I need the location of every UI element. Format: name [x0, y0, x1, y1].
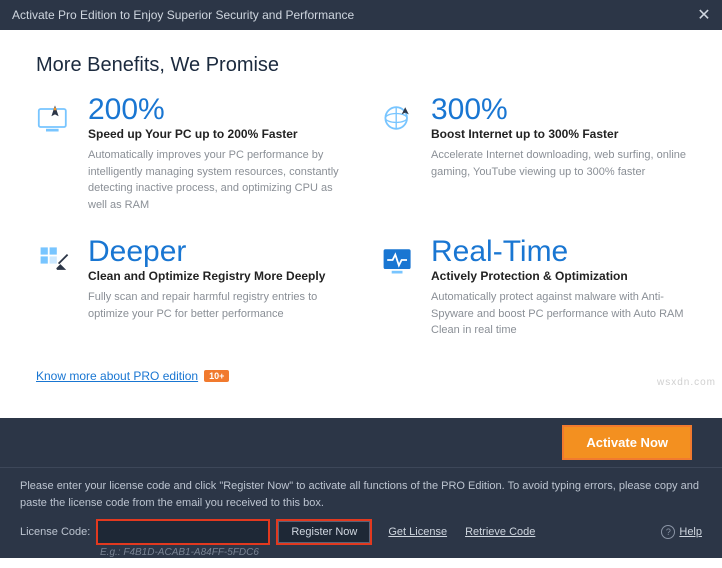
description: Accelerate Internet downloading, web sur… [431, 147, 686, 180]
subtitle: Actively Protection & Optimization [431, 269, 686, 283]
register-now-button[interactable]: Register Now [278, 521, 370, 543]
benefits-grid: 200% Speed up Your PC up to 200% Faster … [36, 99, 686, 339]
license-example: E.g.: F4B1D-ACAB1-A84FF-5FDC6 [20, 547, 702, 558]
description: Automatically protect against malware wi… [431, 289, 686, 339]
subtitle: Speed up Your PC up to 200% Faster [88, 127, 343, 141]
subtitle: Clean and Optimize Registry More Deeply [88, 269, 343, 283]
know-more-row: Know more about PRO edition 10+ [36, 369, 686, 383]
activate-row: Activate Now [0, 418, 722, 468]
instruction-text: Please enter your license code and click… [20, 478, 702, 511]
metric: 200% [88, 93, 343, 127]
help-area[interactable]: ? Help [661, 525, 702, 539]
benefit-registry: Deeper Clean and Optimize Registry More … [36, 241, 343, 339]
get-license-link[interactable]: Get License [388, 526, 447, 538]
description: Automatically improves your PC performan… [88, 147, 343, 213]
title-bar: Activate Pro Edition to Enjoy Superior S… [0, 0, 722, 30]
benefit-internet: 300% Boost Internet up to 300% Faster Ac… [379, 99, 686, 213]
retrieve-code-link[interactable]: Retrieve Code [465, 526, 535, 538]
metric: 300% [431, 93, 686, 127]
description: Fully scan and repair harmful registry e… [88, 289, 343, 322]
metric: Deeper [88, 235, 343, 269]
metric: Real-Time [431, 235, 686, 269]
pulse-monitor-icon [379, 241, 417, 279]
rocket-monitor-icon [36, 99, 74, 137]
license-label: License Code: [20, 526, 90, 538]
activate-now-button[interactable]: Activate Now [562, 425, 692, 460]
license-code-input[interactable] [98, 521, 268, 543]
content-area: More Benefits, We Promise 200% Speed up … [0, 30, 722, 418]
page-title: More Benefits, We Promise [36, 54, 686, 77]
help-icon: ? [661, 525, 675, 539]
subtitle: Boost Internet up to 300% Faster [431, 127, 686, 141]
help-link[interactable]: Help [679, 526, 702, 538]
feature-count-badge: 10+ [204, 370, 229, 382]
know-more-link[interactable]: Know more about PRO edition [36, 369, 198, 383]
benefit-realtime: Real-Time Actively Protection & Optimiza… [379, 241, 686, 339]
dark-panel: Activate Now Please enter your license c… [0, 418, 722, 558]
globe-rocket-icon [379, 99, 417, 137]
registry-broom-icon [36, 241, 74, 279]
close-icon[interactable]: ✕ [694, 5, 714, 25]
license-row: License Code: Register Now Get License R… [20, 521, 702, 543]
benefit-speed: 200% Speed up Your PC up to 200% Faster … [36, 99, 343, 213]
window-title: Activate Pro Edition to Enjoy Superior S… [12, 8, 354, 22]
license-section: Please enter your license code and click… [0, 468, 722, 568]
